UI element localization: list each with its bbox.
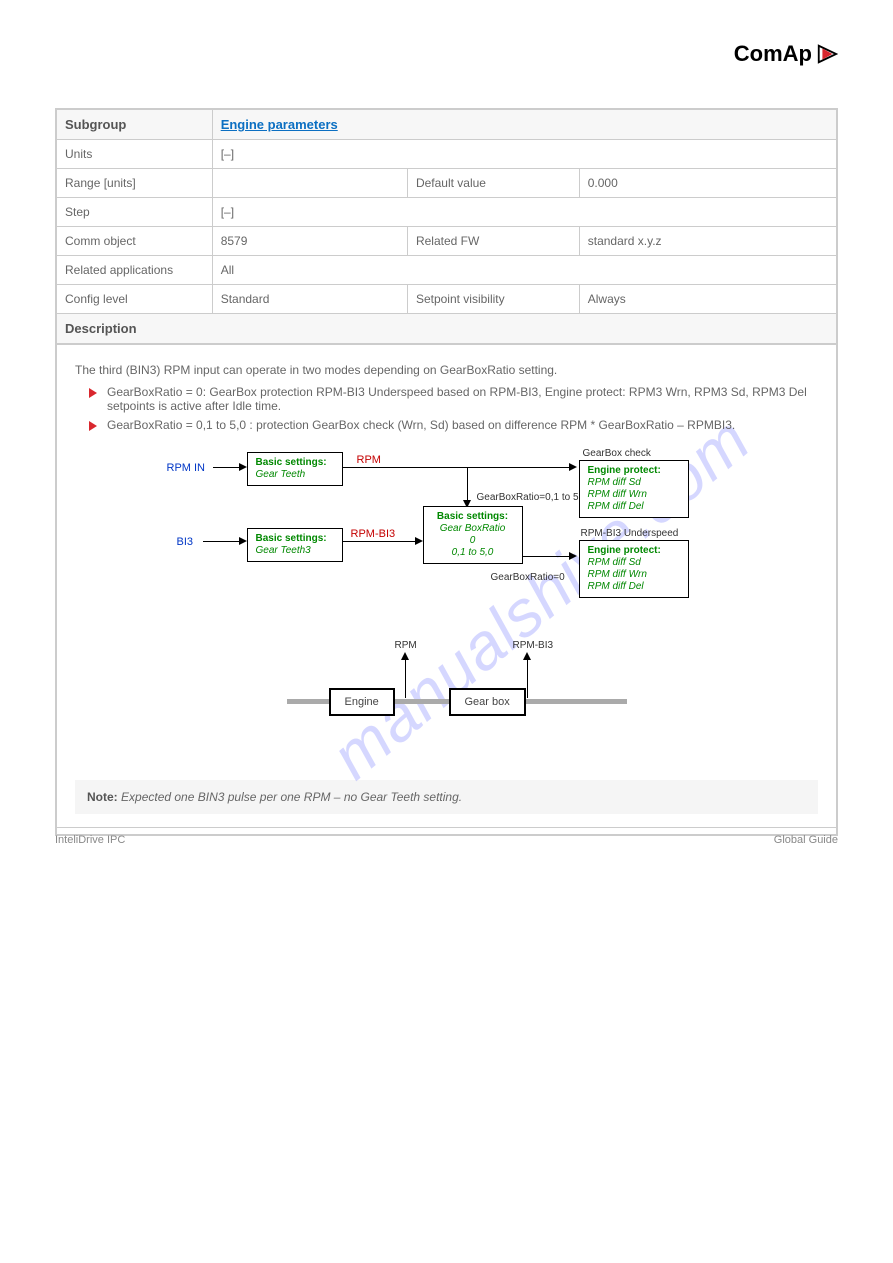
row-related-apps: Related applications All [56,256,837,285]
arrow-head-icon [401,652,409,660]
ep1-p3: RPM diff Del [588,501,680,513]
label-gearbox-check: GearBox check [583,448,651,459]
ep2-p3: RPM diff Del [588,581,680,593]
config-level-value: Standard [221,292,270,306]
box-gearbox-ratio: Basic settings: Gear BoxRatio 0 0,1 to 5… [423,506,523,564]
box-engine-protect-1: Engine protect: RPM diff Sd RPM diff Wrn… [579,460,689,518]
setpoint-visibility-value: Always [588,292,626,306]
ep1-p2: RPM diff Wrn [588,489,680,501]
step-value: [–] [221,205,234,219]
note-box: Note: Expected one BIN3 pulse per one RP… [75,780,818,814]
box-basic-settings-1: Basic settings: Gear Teeth [247,452,343,486]
ep1-p1: RPM diff Sd [588,477,680,489]
related-fw-value: standard x.y.z [588,234,662,248]
subgroup-link[interactable]: Engine parameters [221,117,338,132]
basic3-title: Basic settings: [256,533,334,545]
page-footer: InteliDrive IPC Global Guide [55,827,838,846]
label-rpmbi3-mech: RPM-BI3 [513,640,554,651]
comm-object-value: 8579 [221,234,248,248]
arrow-head-icon [415,537,423,545]
config-level-label: Config level [65,292,128,306]
units-value: [–] [221,147,234,161]
setpoint-visibility-label: Setpoint visibility [416,292,505,306]
description-list: GearBoxRatio = 0: GearBox protection RPM… [75,385,818,432]
row-step: Step [–] [56,198,837,227]
gearratio-p2: 0 [432,535,514,547]
brand-triangle-icon [816,43,838,65]
block-diagram: RPM IN BI3 Basic settings: Gear Teeth RP… [167,448,727,768]
related-apps-value: All [221,263,234,277]
box-engine-protect-2: Engine protect: RPM diff Sd RPM diff Wrn… [579,540,689,598]
comm-object-label: Comm object [65,234,136,248]
arrow-line [527,658,528,698]
arrow-line [523,556,573,557]
description-label: Description [65,321,137,336]
units-label: Units [65,147,92,161]
arrow-head-icon [569,463,577,471]
row-config: Config level Standard Setpoint visibilit… [56,285,837,314]
row-range: Range [units] Default value 0.000 [56,169,837,198]
default-value-label: Default value [416,176,486,190]
bullet-2: GearBoxRatio = 0,1 to 5,0 : protection G… [89,418,818,432]
arrow-line [343,467,571,468]
label-rpm-bi3: RPM-BI3 [351,528,396,540]
step-label: Step [65,205,90,219]
brand-logo: ComAp [734,40,838,68]
arrow-line [213,467,241,468]
brand-text: ComAp [734,41,812,67]
gearratio-p1: Gear BoxRatio [432,523,514,535]
label-gearboxratio-zero: GearBoxRatio=0 [491,572,565,583]
gearratio-p3: 0,1 to 5,0 [432,547,514,559]
related-apps-label: Related applications [65,263,173,277]
box-gearbox-mech: Gear box [449,688,526,716]
description-intro: The third (BIN3) RPM input can operate i… [75,363,818,377]
arrow-line [405,658,406,698]
description-box: The third (BIN3) RPM input can operate i… [55,345,838,836]
ep2-p1: RPM diff Sd [588,557,680,569]
ep1-title: Engine protect: [588,465,680,477]
arrow-line [343,541,417,542]
label-bi3: BI3 [177,536,194,548]
setpoint-table: Subgroup Engine parameters Units [–] Ran… [55,108,838,345]
bullet-1: GearBoxRatio = 0: GearBox protection RPM… [89,385,818,413]
basic1-title: Basic settings: [256,457,334,469]
box-basic-settings-3: Basic settings: Gear Teeth3 [247,528,343,562]
label-rpmbi3-underspeed: RPM-BI3 Underspeed [581,528,679,539]
subgroup-label: Subgroup [65,117,126,132]
footer-left: InteliDrive IPC [55,834,125,846]
basic3-param: Gear Teeth3 [256,545,334,557]
arrow-head-icon [569,552,577,560]
arrow-head-icon [239,463,247,471]
row-units: Units [–] [56,140,837,169]
note-label: Note: [87,790,118,804]
row-subgroup: Subgroup Engine parameters [56,109,837,140]
arrow-head-icon [523,652,531,660]
basic1-param: Gear Teeth [256,469,334,481]
note-text: Expected one BIN3 pulse per one RPM – no… [121,790,462,804]
label-gearboxratio-range: GearBoxRatio=0,1 to 5,0 [477,492,587,503]
label-rpm-mech: RPM [395,640,417,651]
box-engine-mech: Engine [329,688,395,716]
arrow-line [203,541,241,542]
label-rpm: RPM [357,454,381,466]
gearratio-title: Basic settings: [432,511,514,523]
related-fw-label: Related FW [416,234,479,248]
default-value-value: 0.000 [588,176,618,190]
row-comm-object: Comm object 8579 Related FW standard x.y… [56,227,837,256]
page-header: ComAp [55,40,838,68]
row-description-header: Description [56,314,837,345]
label-rpm-in: RPM IN [167,462,206,474]
ep2-p2: RPM diff Wrn [588,569,680,581]
range-label: Range [units] [65,176,136,190]
ep2-title: Engine protect: [588,545,680,557]
footer-right: Global Guide [774,834,838,846]
arrow-head-icon [239,537,247,545]
